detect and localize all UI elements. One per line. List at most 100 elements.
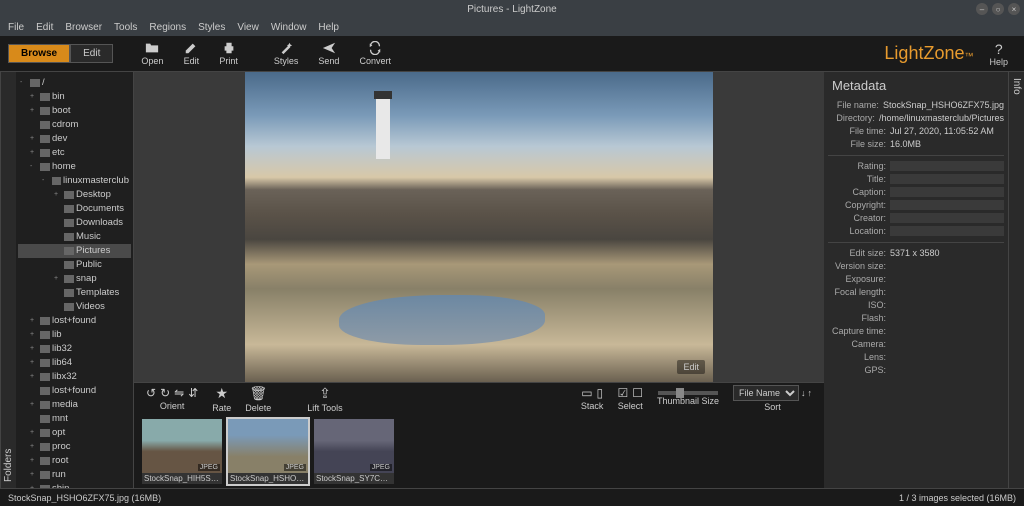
sort-select[interactable]: File Name	[733, 385, 799, 401]
rating-input[interactable]	[890, 161, 1004, 171]
sort-desc-icon[interactable]: ↑	[808, 388, 813, 398]
menu-window[interactable]: Window	[271, 22, 307, 33]
info-tab[interactable]: Info	[1008, 72, 1024, 488]
tree-item-proc[interactable]: +proc	[18, 440, 131, 454]
tree-item-root[interactable]: +root	[18, 454, 131, 468]
flip-v-icon[interactable]: ⇵	[188, 386, 198, 400]
lift-icon[interactable]: ⇪	[319, 385, 331, 402]
mode-edit[interactable]: Edit	[70, 44, 113, 63]
expand-icon[interactable]: +	[30, 328, 38, 342]
minimize-button[interactable]: –	[976, 3, 988, 15]
menu-file[interactable]: File	[8, 22, 24, 33]
tree-item--[interactable]: -/	[18, 76, 131, 90]
tree-item-Pictures[interactable]: Pictures	[18, 244, 131, 258]
select-all-icon[interactable]: ☑	[617, 386, 628, 400]
expand-icon[interactable]: +	[30, 426, 38, 440]
expand-icon[interactable]: +	[54, 272, 62, 286]
tree-item-Public[interactable]: Public	[18, 258, 131, 272]
tree-item-Music[interactable]: Music	[18, 230, 131, 244]
expand-icon[interactable]: +	[30, 370, 38, 384]
thumbnail-0[interactable]: JPEGStockSnap_HIH5SPV3	[142, 419, 222, 484]
rotate-left-icon[interactable]: ↺	[146, 386, 156, 400]
menu-view[interactable]: View	[237, 22, 259, 33]
expand-icon[interactable]: +	[30, 342, 38, 356]
expand-icon[interactable]: +	[30, 398, 38, 412]
help-label: Help	[989, 57, 1008, 67]
sort-asc-icon[interactable]: ↓	[801, 388, 806, 398]
tree-item-Videos[interactable]: Videos	[18, 300, 131, 314]
expand-icon[interactable]: +	[30, 468, 38, 482]
tree-item-bin[interactable]: +bin	[18, 90, 131, 104]
print-button[interactable]: Print	[211, 39, 246, 68]
maximize-button[interactable]: ○	[992, 3, 1004, 15]
menu-regions[interactable]: Regions	[149, 22, 186, 33]
thumbnail-1[interactable]: JPEGStockSnap_HSHO6ZF...	[228, 419, 308, 484]
mode-browse[interactable]: Browse	[8, 44, 70, 63]
tree-item-run[interactable]: +run	[18, 468, 131, 482]
folders-tab[interactable]: Folders	[0, 72, 16, 488]
expand-icon[interactable]: +	[54, 188, 62, 202]
image-viewer[interactable]: Edit	[134, 72, 824, 382]
help-button[interactable]: ?Help	[981, 41, 1016, 67]
tree-item-lost-found[interactable]: +lost+found	[18, 314, 131, 328]
expand-icon[interactable]: +	[30, 104, 38, 118]
styles-button[interactable]: Styles	[266, 39, 307, 68]
edit-badge[interactable]: Edit	[677, 360, 705, 374]
tree-item-Downloads[interactable]: Downloads	[18, 216, 131, 230]
trash-icon[interactable]: 🗑	[249, 385, 267, 402]
unstack-icon[interactable]: ▯	[597, 386, 604, 400]
tree-item-mnt[interactable]: mnt	[18, 412, 131, 426]
send-button[interactable]: Send	[310, 39, 347, 68]
copyright-input[interactable]	[890, 200, 1004, 210]
flip-h-icon[interactable]: ⇋	[174, 386, 184, 400]
star-icon[interactable]: ★	[215, 385, 228, 402]
stack-icon[interactable]: ▭	[581, 386, 592, 400]
expand-icon[interactable]: +	[30, 454, 38, 468]
tree-item-dev[interactable]: +dev	[18, 132, 131, 146]
close-button[interactable]: ×	[1008, 3, 1020, 15]
tree-item-cdrom[interactable]: cdrom	[18, 118, 131, 132]
location-input[interactable]	[890, 226, 1004, 236]
creator-input[interactable]	[890, 213, 1004, 223]
tree-item-Documents[interactable]: Documents	[18, 202, 131, 216]
tree-item-lib32[interactable]: +lib32	[18, 342, 131, 356]
menu-edit[interactable]: Edit	[36, 22, 53, 33]
expand-icon[interactable]: +	[30, 314, 38, 328]
edit-button[interactable]: Edit	[175, 39, 207, 68]
menu-tools[interactable]: Tools	[114, 22, 137, 33]
expand-icon[interactable]: +	[30, 146, 38, 160]
open-button[interactable]: Open	[133, 39, 171, 68]
tree-item-media[interactable]: +media	[18, 398, 131, 412]
select-none-icon[interactable]: ☐	[632, 386, 643, 400]
tree-item-Desktop[interactable]: +Desktop	[18, 188, 131, 202]
tree-item-sbin[interactable]: +sbin	[18, 482, 131, 488]
caption-input[interactable]	[890, 187, 1004, 197]
convert-button[interactable]: Convert	[351, 39, 399, 68]
tree-item-etc[interactable]: +etc	[18, 146, 131, 160]
rotate-right-icon[interactable]: ↻	[160, 386, 170, 400]
expand-icon[interactable]: +	[30, 440, 38, 454]
tree-item-opt[interactable]: +opt	[18, 426, 131, 440]
tree-item-snap[interactable]: +snap	[18, 272, 131, 286]
tree-item-libx32[interactable]: +libx32	[18, 370, 131, 384]
title-input[interactable]	[890, 174, 1004, 184]
expand-icon[interactable]: -	[20, 76, 28, 90]
tree-item-boot[interactable]: +boot	[18, 104, 131, 118]
tree-item-Templates[interactable]: Templates	[18, 286, 131, 300]
thumbnail-2[interactable]: JPEGStockSnap_SY7CHOL...	[314, 419, 394, 484]
menu-browser[interactable]: Browser	[65, 22, 102, 33]
expand-icon[interactable]: -	[30, 160, 38, 174]
expand-icon[interactable]: +	[30, 132, 38, 146]
tree-item-linuxmasterclub[interactable]: -linuxmasterclub	[18, 174, 131, 188]
menu-styles[interactable]: Styles	[198, 22, 225, 33]
tree-item-lib64[interactable]: +lib64	[18, 356, 131, 370]
expand-icon[interactable]: -	[42, 174, 50, 188]
tree-item-home[interactable]: -home	[18, 160, 131, 174]
expand-icon[interactable]: +	[30, 482, 38, 488]
tree-item-lost-found[interactable]: lost+found	[18, 384, 131, 398]
expand-icon[interactable]: +	[30, 356, 38, 370]
expand-icon[interactable]: +	[30, 90, 38, 104]
menu-help[interactable]: Help	[318, 22, 339, 33]
thumbnail-size-slider[interactable]	[658, 391, 718, 395]
tree-item-lib[interactable]: +lib	[18, 328, 131, 342]
